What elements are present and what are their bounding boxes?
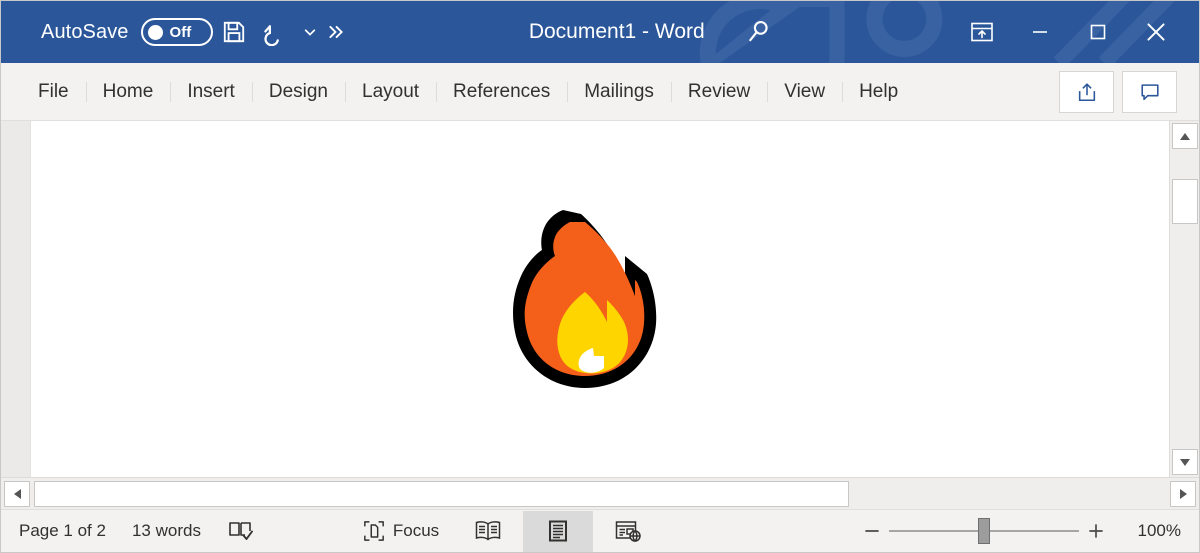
ribbon-tabs: File Home Insert Design Layout Reference… [1,75,915,109]
print-layout-button[interactable] [523,511,593,552]
document-area [1,121,1199,477]
word-application-window: AutoSave Off [0,0,1200,553]
comment-icon [1139,81,1161,103]
scroll-down-button[interactable] [1172,449,1198,475]
vertical-scroll-thumb[interactable] [1172,179,1198,224]
word-count-status[interactable]: 13 words [132,521,201,541]
autosave-label: AutoSave [41,21,129,44]
search-icon [745,18,773,46]
zoom-controls: 100% [855,514,1199,548]
quick-access-toolbar-left: AutoSave Off [1,18,213,46]
chevron-double-right-icon [327,23,345,41]
tab-references[interactable]: References [436,75,567,109]
zoom-out-button[interactable] [855,514,889,548]
tab-help[interactable]: Help [842,75,915,109]
tab-file[interactable]: File [21,75,86,109]
print-layout-icon [546,519,570,543]
search-button[interactable] [745,18,773,46]
minimize-icon [1029,21,1051,43]
title-area: Document1 - Word [349,18,953,46]
web-layout-button[interactable] [593,511,663,552]
zoom-level-label[interactable]: 100% [1129,521,1181,541]
comments-button[interactable] [1122,71,1177,113]
maximize-icon [1087,21,1109,43]
share-icon [1076,81,1098,103]
status-bar-center: Focus [349,511,663,552]
close-button[interactable] [1127,10,1185,54]
chevron-down-icon [303,25,317,39]
focus-label: Focus [393,521,439,541]
horizontal-scroll-thumb[interactable] [34,481,849,507]
undo-button[interactable] [255,12,297,52]
scroll-right-button[interactable] [1170,481,1196,507]
status-bar: Page 1 of 2 13 words [1,509,1199,552]
read-mode-button[interactable] [453,511,523,552]
vertical-scrollbar[interactable] [1169,121,1199,477]
zoom-out-icon [863,522,881,540]
tab-insert[interactable]: Insert [170,75,252,109]
ribbon-display-options-button[interactable] [953,10,1011,54]
ribbon-display-options-icon [970,21,994,43]
toggle-off-icon [148,25,163,40]
customize-quick-access-toolbar-button[interactable] [323,12,349,52]
ribbon-actions [1059,71,1199,113]
autosave-state-label: Off [170,25,192,40]
focus-mode-button[interactable]: Focus [349,516,453,546]
proofing-errors-icon [227,520,253,542]
proofing-status-button[interactable] [227,520,253,542]
window-controls [953,10,1199,54]
scroll-up-arrow-icon [1179,132,1191,141]
document-left-gutter [1,121,31,477]
quick-access-toolbar [213,12,349,52]
zoom-slider-thumb[interactable] [978,518,990,544]
document-image-fire-emoji[interactable] [501,196,671,401]
title-bar: AutoSave Off [1,1,1199,63]
maximize-button[interactable] [1069,10,1127,54]
scroll-left-button[interactable] [4,481,30,507]
read-mode-icon [474,519,502,543]
save-button[interactable] [213,12,255,52]
tab-view[interactable]: View [767,75,842,109]
page-number-status[interactable]: Page 1 of 2 [19,521,106,541]
minimize-button[interactable] [1011,10,1069,54]
scroll-up-button[interactable] [1172,123,1198,149]
focus-mode-icon [363,520,385,542]
zoom-in-icon [1087,522,1105,540]
document-title: Document1 - Word [529,20,705,44]
close-icon [1143,19,1169,45]
autosave-toggle[interactable]: Off [141,18,213,46]
fire-emoji-icon [501,196,671,401]
tab-review[interactable]: Review [671,75,767,109]
ribbon-tab-bar: File Home Insert Design Layout Reference… [1,63,1199,121]
tab-design[interactable]: Design [252,75,345,109]
zoom-in-button[interactable] [1079,514,1113,548]
document-page[interactable] [31,121,1169,477]
status-bar-left: Page 1 of 2 13 words [1,520,253,542]
undo-dropdown-button[interactable] [297,12,323,52]
scroll-down-arrow-icon [1179,458,1191,467]
undo-icon [262,19,289,46]
save-icon [221,19,247,45]
scroll-left-arrow-icon [13,488,22,500]
tab-home[interactable]: Home [86,75,171,109]
web-layout-icon [614,519,642,543]
horizontal-scrollbar[interactable] [1,477,1199,509]
tab-mailings[interactable]: Mailings [567,75,671,109]
share-button[interactable] [1059,71,1114,113]
zoom-slider[interactable] [889,514,1079,548]
scroll-right-arrow-icon [1179,488,1188,500]
tab-layout[interactable]: Layout [345,75,436,109]
